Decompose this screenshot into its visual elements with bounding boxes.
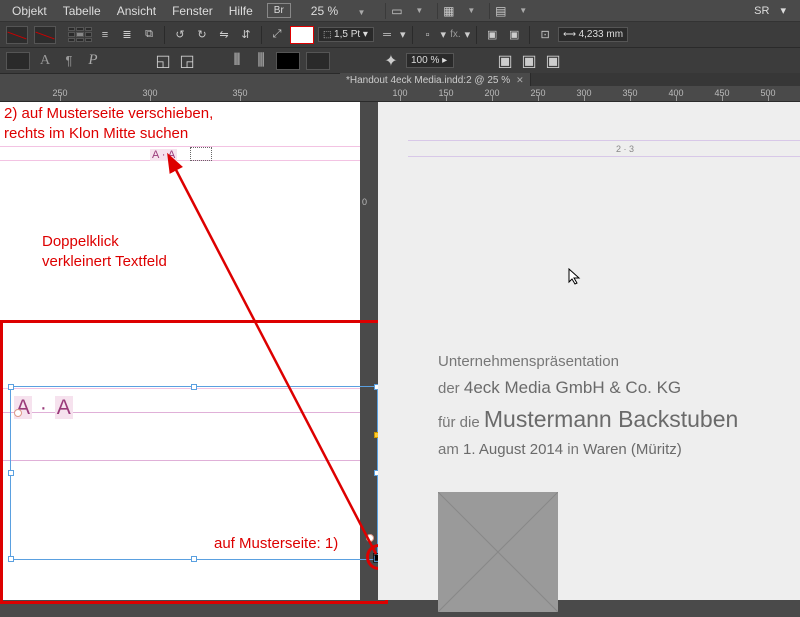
fill-swatch[interactable] — [6, 26, 28, 44]
document-tab-bar: *Handout 4eck Media.indd:2 @ 25 %✕ — [340, 73, 800, 87]
annotation-step1: auf Musterseite: 1) — [214, 534, 338, 554]
cursor-arrow-icon — [568, 268, 582, 289]
annotation-step2: 2) auf Musterseite verschieben,rechts im… — [4, 104, 213, 145]
bridge-button[interactable]: Br — [267, 3, 291, 18]
control-bar-row1: ≡ ≣ ⧉ ↺ ↻ ⇋ ⇵ ⤢ ⬚ 1,5 Pt ▾ ═▾ ▫▾ fx.▾ ▣ … — [0, 22, 800, 48]
image-placeholder[interactable] — [438, 492, 558, 612]
menu-tabelle[interactable]: Tabelle — [55, 4, 109, 18]
corner-icon[interactable]: ◱ — [154, 52, 172, 70]
flip-v-icon[interactable]: ⇵ — [237, 26, 255, 44]
stroke-swatch[interactable] — [34, 26, 56, 44]
page-number: 2 · 3 — [616, 144, 634, 154]
char-icon[interactable]: A — [36, 52, 54, 70]
menu-objekt[interactable]: Objekt — [4, 4, 55, 18]
link-icon[interactable]: ⧉ — [140, 26, 158, 44]
corner2-icon[interactable]: ◲ — [178, 52, 196, 70]
arrange-icon[interactable]: ▤ — [489, 3, 511, 19]
dist-icon[interactable]: ⫴ — [228, 52, 246, 70]
text-wrap-bound-icon[interactable]: ▣ — [505, 26, 523, 44]
align-left-icon[interactable]: ≡ — [96, 26, 114, 44]
reference-point[interactable] — [68, 27, 92, 43]
stroke-style-icon[interactable]: ═ — [378, 26, 396, 44]
workspace: *Handout 4eck Media.indd:2 @ 25 %✕ 250 3… — [0, 74, 800, 600]
flip-h-icon[interactable]: ⇋ — [215, 26, 233, 44]
crop-icon[interactable]: ⊡ — [536, 26, 554, 44]
document-page[interactable]: 2 · 3 Unternehmenspräsentation der 4eck … — [378, 102, 800, 600]
menu-ansicht[interactable]: Ansicht — [109, 4, 164, 18]
menu-fenster[interactable]: Fenster — [164, 4, 221, 18]
wrap3-icon[interactable]: ▣ — [544, 52, 562, 70]
view-mode-icon[interactable]: ▭ — [385, 3, 407, 19]
document-tab[interactable]: *Handout 4eck Media.indd:2 @ 25 %✕ — [340, 73, 531, 87]
screen-mode-icon[interactable]: ▦ — [437, 3, 459, 19]
resize-icon[interactable]: ⤢ — [268, 26, 286, 44]
dist2-icon[interactable]: ⫼ — [252, 52, 270, 70]
ruler-horizontal[interactable]: 250 300 350 100 150 200 250 300 350 400 … — [0, 86, 800, 102]
stroke-weight-field[interactable]: ⬚ 1,5 Pt ▾ — [318, 27, 374, 42]
text-wrap-none-icon[interactable]: ▣ — [483, 26, 501, 44]
control-bar-row2: A ¶ P ◱ ◲ ⫴ ⫼ ✦ 100 % ▸ ▣ ▣ ▣ — [0, 48, 800, 74]
align-center-icon[interactable]: ≣ — [118, 26, 136, 44]
wrap2-icon[interactable]: ▣ — [520, 52, 538, 70]
selection-dotted — [190, 147, 212, 161]
rotate-cw-icon[interactable]: ↻ — [193, 26, 211, 44]
annotation-doubleclick: Doppelklickverkleinert Textfeld — [42, 232, 167, 273]
fill-none-swatch[interactable] — [306, 52, 330, 70]
wrap1-icon[interactable]: ▣ — [496, 52, 514, 70]
presentation-text: Unternehmenspräsentation der 4eck Media … — [438, 350, 738, 462]
fill-black-swatch[interactable] — [276, 52, 300, 70]
page-marker-small: A · A — [150, 149, 177, 161]
master-page-left[interactable]: 2) auf Musterseite verschieben,rechts im… — [0, 102, 360, 600]
rotate-ccw-icon[interactable]: ↺ — [171, 26, 189, 44]
para-style-swatch[interactable] — [6, 52, 30, 70]
para-icon[interactable]: ¶ — [60, 52, 78, 70]
star-icon[interactable]: ✦ — [382, 52, 400, 70]
container-fill-icon[interactable] — [290, 26, 314, 44]
type-tool-icon[interactable]: P — [84, 52, 102, 70]
menu-hilfe[interactable]: Hilfe — [221, 4, 261, 18]
menu-bar: Objekt Tabelle Ansicht Fenster Hilfe Br … — [0, 0, 800, 22]
effects-icon[interactable]: ▫ — [419, 26, 437, 44]
width-field[interactable]: ⟷ 4,233 mm — [558, 27, 628, 42]
close-icon[interactable]: ✕ — [516, 75, 524, 86]
workspace-switcher[interactable]: SR ▾ — [738, 4, 796, 17]
zoom-level[interactable]: 25 % ▼ — [297, 4, 380, 18]
opacity-field[interactable]: 100 % ▸ — [406, 53, 454, 68]
